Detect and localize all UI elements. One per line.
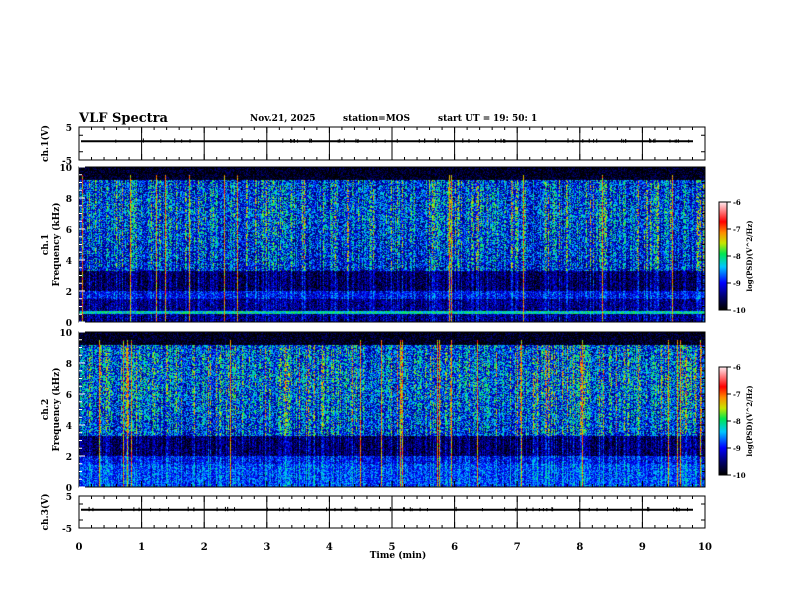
ch1-spectrogram-ytick-label: 2 xyxy=(66,288,72,298)
time-xtick-label: 8 xyxy=(576,542,583,553)
ch2-spectrogram-colorbar-tick-label: -7 xyxy=(733,390,741,399)
vlf-spectra-figure: VLF Spectra Nov.21, 2025 station=MOS sta… xyxy=(0,0,792,612)
ch2-spectrogram-ytick-label: 4 xyxy=(66,422,72,432)
ch2-spectrogram-colorbar-tick-label: -9 xyxy=(733,444,741,453)
ch1-spectrogram-colorbar-tick-label: -10 xyxy=(733,306,746,315)
ch2-spectrogram-colorbar-frame xyxy=(718,366,728,476)
time-xtick-label: 6 xyxy=(451,542,458,553)
ch2-spectrogram-frame xyxy=(78,331,706,488)
ch3-voltage-ylabel: ch.3(V) xyxy=(40,494,51,531)
ch2-spectrogram-ytick-label: 2 xyxy=(66,453,72,463)
time-xlabel: Time (min) xyxy=(370,550,427,561)
ch2-spectrogram-ytick-label: 8 xyxy=(66,360,72,370)
axes-layer: 5-5ch.1(V)0246810ch.1 Frequency (kHz) -6-7… xyxy=(40,124,754,561)
ch1-spectrogram-colorbar-tick-label: -8 xyxy=(733,252,741,261)
ch2-spectrogram-channel-label: ch.2 xyxy=(41,399,51,420)
ch1-voltage-ylabel: ch.1(V) xyxy=(40,125,51,162)
ch1-spectrogram-colorbar-tick-label: -7 xyxy=(733,225,741,234)
ch2-spectrogram-ytick-label: 10 xyxy=(59,329,72,339)
ch1-spectrogram-colorbar-label: log(PSD)(V^2/Hz) xyxy=(745,220,754,291)
time-xtick-label: 1 xyxy=(138,542,145,553)
ch1-spectrogram-ytick-label: 0 xyxy=(66,319,72,329)
ch3-voltage-ytick-label: 5 xyxy=(66,493,72,503)
time-xtick-label: 0 xyxy=(76,542,83,553)
ch2-spectrogram-colorbar-tick-label: -6 xyxy=(733,363,741,372)
ch2-spectrogram-colorbar-tick-label: -8 xyxy=(733,417,741,426)
ch1-spectrogram-channel-label: ch.1 xyxy=(41,234,51,255)
ch2-spectrogram-ylabel: Frequency (kHz) xyxy=(51,367,62,451)
ch2-spectrogram-colorbar-tick-label: -10 xyxy=(733,471,746,480)
time-xtick-label: 3 xyxy=(263,542,270,553)
time-xtick-label: 9 xyxy=(639,542,646,553)
time-xtick-label: 10 xyxy=(698,542,712,553)
ch1-spectrogram-ytick-label: 6 xyxy=(66,226,72,236)
time-xtick-label: 4 xyxy=(326,542,333,553)
time-xtick-label: 2 xyxy=(201,542,208,553)
ch1-voltage-ytick-label: 5 xyxy=(66,124,72,134)
ch1-spectrogram-ytick-label: 4 xyxy=(66,257,72,267)
ch2-spectrogram-ytick-label: 6 xyxy=(66,391,72,401)
time-xtick-label: 7 xyxy=(514,542,521,553)
ch3-voltage-ytick-label: -5 xyxy=(62,525,72,535)
ch2-spectrogram-colorbar-label: log(PSD)(V^2/Hz) xyxy=(745,385,754,456)
ch1-spectrogram-frame xyxy=(78,166,706,323)
ch1-spectrogram-colorbar-tick-label: -9 xyxy=(733,279,741,288)
ch1-spectrogram-ytick-label: 8 xyxy=(66,195,72,205)
ch1-spectrogram-ytick-label: 10 xyxy=(59,164,72,174)
ch1-spectrogram-colorbar-frame xyxy=(718,201,728,311)
ch1-spectrogram-colorbar-tick-label: -6 xyxy=(733,198,741,207)
ch1-spectrogram-ylabel: Frequency (kHz) xyxy=(51,202,62,286)
